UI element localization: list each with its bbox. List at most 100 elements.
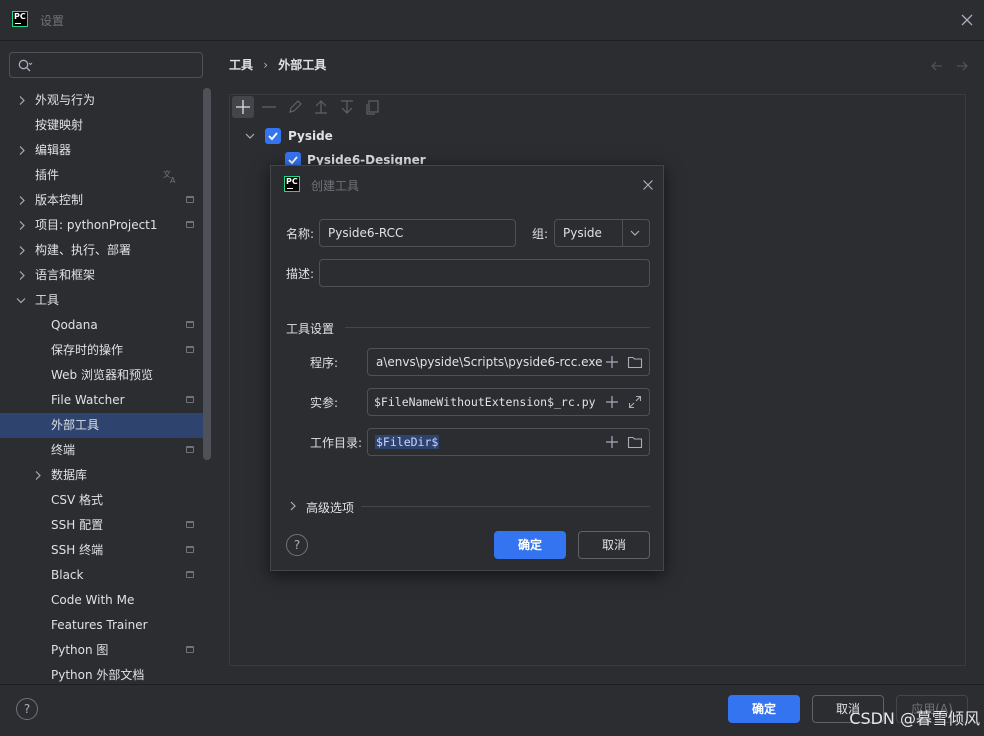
close-icon[interactable]	[959, 12, 975, 28]
window-title: 设置	[40, 14, 65, 28]
sidebar-item-label: Python 外部文档	[51, 668, 145, 682]
sidebar-item-black[interactable]: Black	[0, 563, 211, 588]
chevron-right-icon	[17, 88, 27, 113]
sidebar-item-code-with-me[interactable]: Code With Me	[0, 588, 211, 613]
breadcrumb-parent[interactable]: 工具	[229, 58, 253, 72]
expand-icon[interactable]	[627, 394, 643, 410]
chevron-right-icon	[33, 463, 43, 488]
sidebar-item-label: 外观与行为	[35, 93, 96, 107]
sidebar-item-label: 版本控制	[35, 193, 84, 207]
pycharm-logo-icon: PC	[284, 176, 300, 192]
sidebar-item-project[interactable]: 项目: pythonProject1	[0, 213, 211, 238]
description-input[interactable]	[319, 259, 650, 287]
section-divider	[345, 327, 650, 328]
group-select[interactable]: Pyside	[554, 219, 650, 247]
insert-macro-plus-icon[interactable]	[604, 394, 620, 410]
help-icon[interactable]: ?	[286, 534, 308, 556]
project-scope-icon	[186, 196, 194, 203]
sidebar-item-label: Python 图	[51, 643, 109, 657]
chevron-right-icon	[17, 213, 27, 238]
tool-settings-title: 工具设置	[286, 322, 335, 336]
program-label: 程序:	[310, 356, 339, 370]
move-up-icon[interactable]	[311, 97, 331, 117]
sidebar-item-qodana[interactable]: Qodana	[0, 313, 211, 338]
pycharm-logo-icon: PC	[12, 11, 28, 27]
sidebar-item-csv[interactable]: CSV 格式	[0, 488, 211, 513]
sidebar-item-label: 构建、执行、部署	[35, 243, 132, 257]
sidebar-item-label: 数据库	[51, 468, 88, 482]
sidebar-item-database[interactable]: 数据库	[0, 463, 211, 488]
settings-search-input[interactable]	[9, 52, 203, 78]
sidebar-item-python-external-docs[interactable]: Python 外部文档	[0, 663, 211, 684]
sidebar-item-editor[interactable]: 编辑器	[0, 138, 211, 163]
sidebar-item-vcs[interactable]: 版本控制	[0, 188, 211, 213]
sidebar-item-plugins[interactable]: 插件 文A	[0, 163, 211, 188]
project-scope-icon	[186, 546, 194, 553]
browse-folder-icon[interactable]	[627, 354, 643, 370]
sidebar-item-file-watcher[interactable]: File Watcher	[0, 388, 211, 413]
sidebar-item-label: 保存时的操作	[51, 343, 124, 357]
sidebar-item-languages[interactable]: 语言和框架	[0, 263, 211, 288]
sidebar-item-actions-on-save[interactable]: 保存时的操作	[0, 338, 211, 363]
sidebar-item-tools[interactable]: 工具	[0, 288, 211, 313]
advanced-options-toggle[interactable]: 高级选项	[306, 499, 354, 516]
browse-folder-icon[interactable]	[627, 434, 643, 450]
select-divider	[622, 220, 623, 246]
group-label: Pyside	[288, 129, 333, 143]
sidebar-item-python-diagrams[interactable]: Python 图	[0, 638, 211, 663]
ok-button[interactable]: 确定	[728, 695, 800, 723]
chevron-right-icon[interactable]	[288, 500, 298, 512]
sidebar-item-label: 终端	[51, 443, 76, 457]
add-tool-button[interactable]	[232, 96, 254, 118]
cancel-button[interactable]: 取消	[578, 531, 650, 559]
chevron-down-icon[interactable]	[244, 130, 256, 142]
copy-icon[interactable]	[363, 97, 383, 117]
insert-macro-plus-icon[interactable]	[604, 354, 620, 370]
name-label: 名称:	[286, 227, 315, 241]
insert-macro-plus-icon[interactable]	[604, 434, 620, 450]
sidebar-item-label: 外部工具	[51, 418, 100, 432]
sidebar-item-ssh-config[interactable]: SSH 配置	[0, 513, 211, 538]
watermark-text: CSDN @暮雪倾风	[849, 709, 980, 728]
breadcrumb-separator-icon: ›	[263, 58, 269, 72]
help-icon[interactable]: ?	[16, 698, 38, 720]
project-scope-icon	[186, 321, 194, 328]
edit-pencil-icon[interactable]	[285, 97, 305, 117]
dialog-close-icon[interactable]	[640, 177, 656, 193]
sidebar-item-keymap[interactable]: 按键映射	[0, 113, 211, 138]
ok-button[interactable]: 确定	[494, 531, 566, 559]
sidebar-item-terminal[interactable]: 终端	[0, 438, 211, 463]
name-input[interactable]: Pyside6-RCC	[319, 219, 516, 247]
sidebar-item-web-browsers[interactable]: Web 浏览器和预览	[0, 363, 211, 388]
working-directory-value: $FileDir$	[375, 435, 440, 449]
sidebar-item-label: 按键映射	[35, 118, 84, 132]
breadcrumb-current: 外部工具	[278, 58, 327, 72]
move-down-icon[interactable]	[337, 97, 357, 117]
back-arrow-icon[interactable]	[929, 58, 945, 74]
forward-arrow-icon[interactable]	[954, 58, 970, 74]
svg-text:A: A	[170, 176, 176, 184]
description-label: 描述:	[286, 267, 315, 281]
sidebar-item-build[interactable]: 构建、执行、部署	[0, 238, 211, 263]
project-scope-icon	[186, 446, 194, 453]
sidebar-item-ssh-terminal[interactable]: SSH 终端	[0, 538, 211, 563]
sidebar-item-appearance[interactable]: 外观与行为	[0, 88, 211, 113]
remove-tool-button[interactable]	[259, 97, 279, 117]
dialog-title: 创建工具	[311, 179, 360, 193]
chevron-right-icon	[17, 188, 27, 213]
footer-bar: ? 确定 取消 应用(A)	[0, 684, 984, 736]
sidebar-item-label: File Watcher	[51, 393, 125, 407]
create-tool-dialog: PC 创建工具 名称: Pyside6-RCC 组: Pyside 描述: 工具…	[270, 165, 664, 571]
search-icon	[17, 58, 33, 74]
sidebar-item-label: CSV 格式	[51, 493, 104, 507]
sidebar-item-label: SSH 配置	[51, 518, 104, 532]
project-scope-icon	[186, 221, 194, 228]
group-checkbox[interactable]	[265, 128, 281, 144]
sidebar-scrollbar[interactable]	[203, 88, 211, 460]
sidebar-item-label: Black	[51, 568, 84, 582]
group-field-label: 组:	[532, 227, 549, 241]
sidebar-item-label: Features Trainer	[51, 618, 148, 632]
sidebar-item-features-trainer[interactable]: Features Trainer	[0, 613, 211, 638]
sidebar-item-external-tools[interactable]: 外部工具	[0, 413, 211, 438]
group-select-value: Pyside	[563, 226, 602, 240]
